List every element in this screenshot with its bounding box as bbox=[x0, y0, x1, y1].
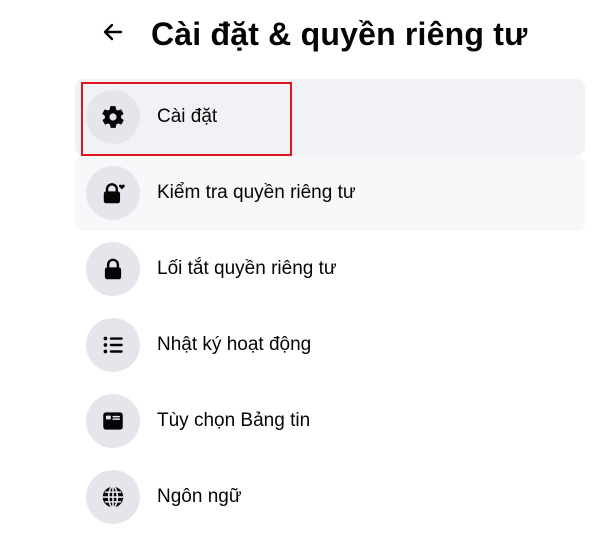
menu-item-privacy-checkup[interactable]: Kiểm tra quyền riêng tư bbox=[75, 155, 585, 231]
gear-icon bbox=[86, 90, 140, 144]
settings-privacy-panel: Cài đặt & quyền riêng tư Cài đặt Kiểm tr… bbox=[0, 0, 600, 547]
menu-item-news-feed-preferences[interactable]: Tùy chọn Bảng tin bbox=[75, 383, 585, 459]
back-button[interactable] bbox=[95, 16, 131, 52]
menu-item-label: Nhật ký hoạt động bbox=[157, 334, 312, 355]
list-icon bbox=[86, 318, 140, 372]
menu-item-label: Lối tắt quyền riêng tư bbox=[157, 258, 337, 279]
menu-item-privacy-shortcuts[interactable]: Lối tắt quyền riêng tư bbox=[75, 231, 585, 307]
arrow-left-icon bbox=[101, 20, 125, 49]
menu-item-settings[interactable]: Cài đặt bbox=[75, 79, 585, 155]
lock-heart-icon bbox=[86, 166, 140, 220]
header: Cài đặt & quyền riêng tư bbox=[95, 10, 527, 58]
menu-item-label: Ngôn ngữ bbox=[157, 486, 242, 507]
settings-menu: Cài đặt Kiểm tra quyền riêng tư Lối tắt … bbox=[75, 79, 585, 535]
menu-item-label: Tùy chọn Bảng tin bbox=[157, 410, 311, 431]
page-title: Cài đặt & quyền riêng tư bbox=[151, 15, 528, 52]
menu-item-language[interactable]: Ngôn ngữ bbox=[75, 459, 585, 535]
menu-item-label: Cài đặt bbox=[157, 106, 218, 127]
globe-icon bbox=[86, 470, 140, 524]
news-feed-icon bbox=[86, 394, 140, 448]
menu-item-label: Kiểm tra quyền riêng tư bbox=[157, 182, 356, 203]
lock-icon bbox=[86, 242, 140, 296]
menu-item-activity-log[interactable]: Nhật ký hoạt động bbox=[75, 307, 585, 383]
